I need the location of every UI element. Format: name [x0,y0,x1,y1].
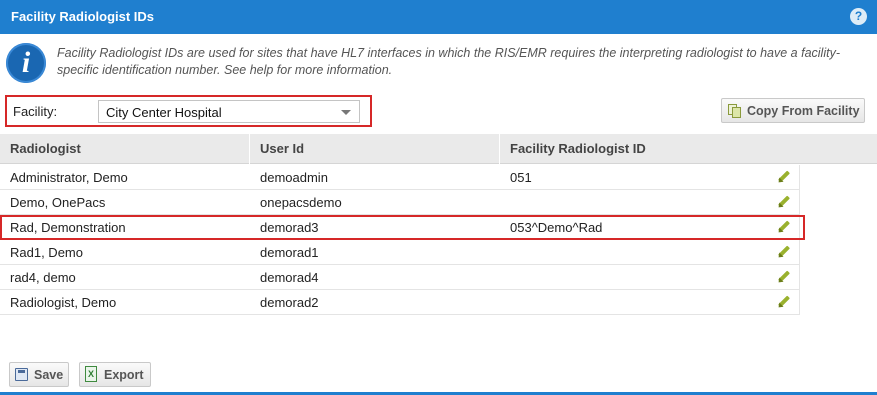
chevron-down-icon [341,110,351,115]
edit-pencil-icon[interactable] [776,195,791,210]
cell-user-id: demorad4 [260,270,319,285]
column-header-radiologist[interactable]: Radiologist [0,134,249,164]
copy-from-facility-button[interactable]: Copy From Facility [721,98,865,123]
table-row[interactable]: Rad1, Demo demorad1 [0,240,800,265]
export-button-label: Export [104,368,144,382]
cell-radiologist: rad4, demo [10,270,76,285]
copy-from-facility-label: Copy From Facility [747,104,860,118]
info-icon: i [6,43,46,83]
save-button-label: Save [34,368,64,382]
cell-facility-id [500,240,510,265]
export-button[interactable]: X Export [79,362,151,387]
cell-facility-id: 053^Demo^Rad [510,220,603,235]
excel-icon: X [85,366,97,382]
edit-pencil-icon[interactable] [776,245,791,260]
cell-facility-id [500,190,510,215]
cell-radiologist: Rad1, Demo [10,245,83,260]
column-header-facility-radiologist-id[interactable]: Facility Radiologist ID [499,134,877,164]
cell-facility-id [500,265,510,290]
facility-selector-group: Facility: City Center Hospital [5,95,372,127]
cell-facility-id [500,290,510,315]
copy-icon [728,104,742,118]
cell-user-id: demorad3 [260,220,319,235]
table-row[interactable]: Demo, OnePacs onepacsdemo [0,190,800,215]
facility-dropdown[interactable]: City Center Hospital [98,100,360,123]
table-row[interactable]: Rad, Demonstration demorad3 053^Demo^Rad [0,215,800,240]
cell-radiologist: Demo, OnePacs [10,195,106,210]
facility-label: Facility: [13,104,58,119]
table-header: Radiologist User Id Facility Radiologist… [0,134,877,164]
edit-pencil-icon[interactable] [776,170,791,185]
cell-user-id: demoadmin [260,170,328,185]
info-message: Facility Radiologist IDs are used for si… [57,46,841,77]
edit-pencil-icon[interactable] [776,295,791,310]
cell-radiologist: Radiologist, Demo [10,295,117,310]
save-icon [15,368,28,381]
save-button[interactable]: Save [9,362,69,387]
table-row[interactable]: Administrator, Demo demoadmin 051 [0,165,800,190]
cell-facility-id: 051 [510,170,532,185]
column-header-user-id[interactable]: User Id [249,134,499,164]
table-row[interactable]: rad4, demo demorad4 [0,265,800,290]
info-icon-glyph: i [21,46,31,79]
title-bar: Facility Radiologist IDs ? [0,0,877,34]
cell-user-id: onepacsdemo [260,195,342,210]
facility-dropdown-value: City Center Hospital [106,105,222,120]
edit-pencil-icon[interactable] [776,220,791,235]
page-title: Facility Radiologist IDs [11,9,155,24]
cell-user-id: demorad2 [260,295,319,310]
help-icon[interactable]: ? [850,8,867,25]
cell-radiologist: Administrator, Demo [10,170,128,185]
edit-pencil-icon[interactable] [776,270,791,285]
table-row[interactable]: Radiologist, Demo demorad2 [0,290,800,315]
cell-user-id: demorad1 [260,245,319,260]
cell-radiologist: Rad, Demonstration [10,220,126,235]
